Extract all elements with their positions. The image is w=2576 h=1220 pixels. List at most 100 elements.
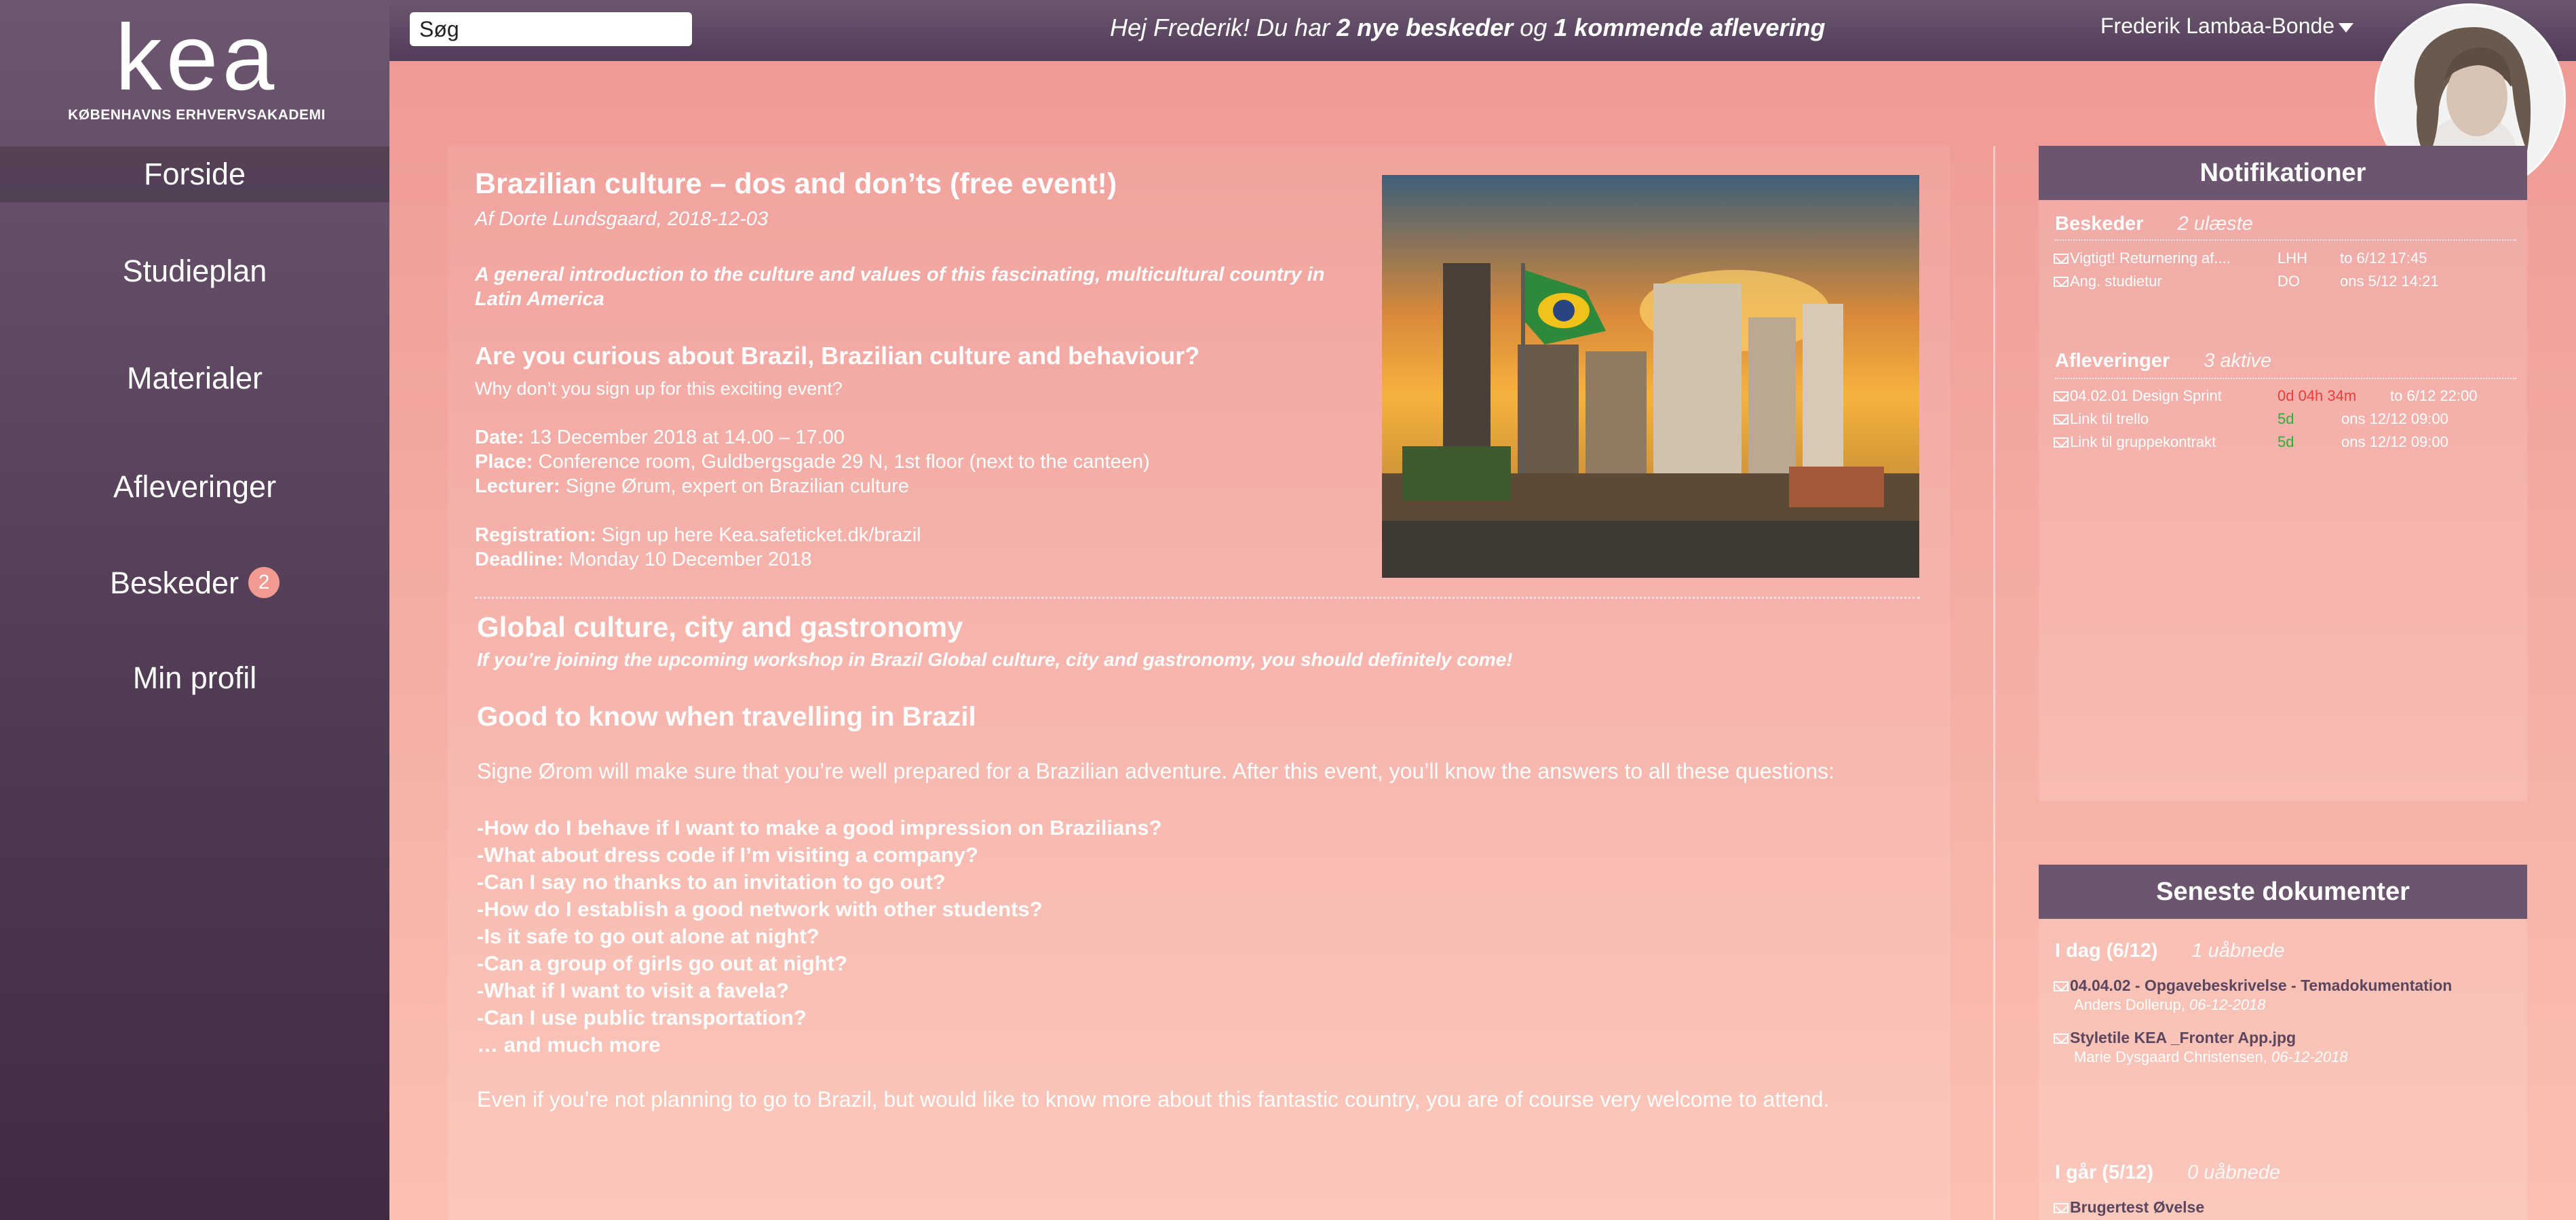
envelope-icon <box>2054 1034 2069 1044</box>
nav-item-min-profil[interactable]: Min profil <box>0 658 389 698</box>
registration-label: Registration: <box>475 524 596 546</box>
deadline-value: Monday 10 December 2018 <box>563 549 812 570</box>
nav-label: Materialer <box>126 361 263 395</box>
yesterday-label: I går (5/12) <box>2055 1162 2154 1183</box>
nav-label: Min profil <box>132 661 257 695</box>
greeting-pre: Hej Frederik! Du har <box>1110 14 1337 41</box>
document-author: Marie Dysgaard Christensen, <box>2074 1048 2272 1065</box>
document-item[interactable]: Styletile KEA _Fronter App.jpg <box>2054 1029 2296 1047</box>
section3-text: Signe Ørom will make sure that you’re we… <box>477 759 1834 783</box>
question-item: -Is it safe to go out alone at night? <box>477 924 820 948</box>
user-menu-button[interactable]: Frederik Lambaa-Bonde <box>2100 14 2354 39</box>
document-author: Anders Dollerup, <box>2074 996 2189 1013</box>
question-item: … and much more <box>477 1033 661 1057</box>
messages-label: Beskeder <box>2055 213 2144 235</box>
assignment-title: Link til trello <box>2070 410 2149 427</box>
logo-word: kea <box>115 5 279 110</box>
document-meta: Marie Dysgaard Christensen, 06-12-2018 <box>2074 1048 2348 1066</box>
logo-subtitle: KØBENHAVNS ERHVERVSAKADEMI <box>68 107 326 123</box>
assignment-item[interactable]: 04.02.01 Design Sprint 0d 04h 34m to 6/12 … <box>2054 387 2477 405</box>
assignments-section-title: Afleveringer 3 aktive <box>2055 350 2271 372</box>
today-count: 1 uåbnede <box>2191 940 2285 962</box>
greeting-new-messages[interactable]: 2 nye beskeder <box>1337 14 1513 41</box>
envelope-icon <box>2054 414 2069 425</box>
brazil-flag-city-image <box>1382 175 1919 578</box>
unread-badge: 2 <box>248 567 280 599</box>
divider <box>2055 239 2516 241</box>
lecturer-value: Signe Ørum, expert on Brazilian culture <box>560 475 909 497</box>
assignment-remaining: 5d <box>2277 433 2294 450</box>
section2-subtitle: If you’re joining the upcoming workshop … <box>477 649 1513 670</box>
yesterday-section-title: I går (5/12) 0 uåbnede <box>2055 1162 2280 1184</box>
assignment-remaining: 5d <box>2277 410 2294 427</box>
assignments-count: 3 aktive <box>2204 350 2272 372</box>
assignment-item[interactable]: Link til trello 5d ons 12/12 09:00 <box>2054 410 2448 428</box>
nav-label: Studieplan <box>122 254 267 288</box>
nav-item-studieplan[interactable]: Studieplan <box>0 251 389 292</box>
assignment-item[interactable]: Link til gruppekontrakt 5d ons 12/12 09:00 <box>2054 433 2448 451</box>
intro-line-1: A general introduction to the culture an… <box>475 264 1325 286</box>
question-item: -Can I say no thanks to an invitation to… <box>477 870 946 894</box>
date-label: Date: <box>475 427 524 448</box>
column-divider <box>1993 146 1995 1220</box>
nav-item-afleveringer[interactable]: Afleveringer <box>0 467 389 507</box>
lecturer-label: Lecturer: <box>475 475 560 497</box>
date-value: 13 December 2018 at 14.00 – 17.00 <box>524 427 845 448</box>
message-title: Ang. studietur <box>2070 273 2162 290</box>
message-time: ons 5/12 14:21 <box>2340 273 2439 290</box>
article-byline: Af Dorte Lundsgaard, 2018-12-03 <box>475 208 769 230</box>
registration-details: Registration: Sign up here Kea.safeticke… <box>475 523 921 572</box>
message-time: to 6/12 17:45 <box>2340 250 2427 267</box>
assignment-remaining: 0d 04h 34m <box>2277 387 2357 404</box>
message-title: Vigtigt! Returnering af.... <box>2070 250 2231 267</box>
document-item[interactable]: 04.04.02 - Opgavebeskrivelse - Temadokum… <box>2054 977 2452 995</box>
kea-logo[interactable]: kea KØBENHAVNS ERHVERVSAKADEMI <box>68 5 326 123</box>
documents-panel: Seneste dokumenter I dag (6/12) 1 uåbnede… <box>2039 865 2527 1220</box>
question-item: -How do I establish a good network with … <box>477 897 1043 921</box>
question-item: -What about dress code if I’m visiting a… <box>477 843 978 867</box>
nav-label: Afleveringer <box>113 469 277 504</box>
question-item: -Can I use public transportation? <box>477 1006 807 1029</box>
notifications-panel: Notifikationer Beskeder 2 ulæste Vigtigt!… <box>2039 146 2527 801</box>
questions-list: -How do I behave if I want to make a goo… <box>477 814 1161 1059</box>
yesterday-count: 0 uåbnede <box>2187 1162 2281 1183</box>
sidebar: kea KØBENHAVNS ERHVERVSAKADEMI Forside S… <box>0 0 389 1220</box>
message-item[interactable]: Ang. studietur DO ons 5/12 14:21 <box>2054 273 2439 290</box>
message-from: DO <box>2277 273 2300 290</box>
nav-item-beskeder[interactable]: Beskeder 2 <box>0 563 389 604</box>
message-from: LHH <box>2277 250 2308 267</box>
search-input[interactable] <box>410 12 692 46</box>
nav-item-materialer[interactable]: Materialer <box>0 358 389 399</box>
document-item[interactable]: Brugertest Øvelse <box>2054 1198 2204 1217</box>
question-item: -Can a group of girls go out at night? <box>477 951 847 975</box>
deadline-label: Deadline: <box>475 549 564 570</box>
intro-line-2: Latin America <box>475 288 604 310</box>
closing-text: Even if you’re not planning to go to Bra… <box>477 1087 1830 1111</box>
question-item: -What if I want to visit a favela? <box>477 979 789 1002</box>
assignment-due: to 6/12 22:00 <box>2390 387 2478 404</box>
document-meta: Anders Dollerup, 06-12-2018 <box>2074 996 2266 1014</box>
question-subtitle: Why don’t you sign up for this exciting … <box>475 378 843 399</box>
question-title: Are you curious about Brazil, Brazilian … <box>475 342 1200 370</box>
envelope-icon <box>2054 277 2069 287</box>
registration-link[interactable]: Sign up here Kea.safeticket.dk/brazil <box>596 524 921 546</box>
greeting-upcoming-assignment[interactable]: 1 kommende aflevering <box>1554 14 1825 41</box>
envelope-icon <box>2054 391 2069 401</box>
messages-count: 2 ulæste <box>2177 213 2253 235</box>
top-bar: Hej Frederik! Du har 2 nye beskeder og 1… <box>389 0 2576 61</box>
place-value: Conference room, Guldbergsgade 29 N, 1st… <box>533 451 1150 473</box>
user-name: Frederik Lambaa-Bonde <box>2100 14 2335 38</box>
today-section-title: I dag (6/12) 1 uåbnede <box>2055 940 2285 962</box>
envelope-icon <box>2054 437 2069 448</box>
question-item: -How do I behave if I want to make a goo… <box>477 816 1162 840</box>
section2-title: Global culture, city and gastronomy <box>477 611 963 643</box>
article-card: Brazilian culture – dos and don’ts (free… <box>448 146 1950 1220</box>
message-item[interactable]: Vigtigt! Returnering af.... LHH to 6/12 17… <box>2054 250 2427 267</box>
nav-item-forside[interactable]: Forside <box>0 146 389 202</box>
place-label: Place: <box>475 451 533 473</box>
greeting-mid: og <box>1513 14 1554 41</box>
divider <box>2055 378 2516 379</box>
section-divider <box>475 597 1920 599</box>
document-date: 06-12-2018 <box>2189 996 2266 1013</box>
assignment-title: Link til gruppekontrakt <box>2070 433 2216 450</box>
